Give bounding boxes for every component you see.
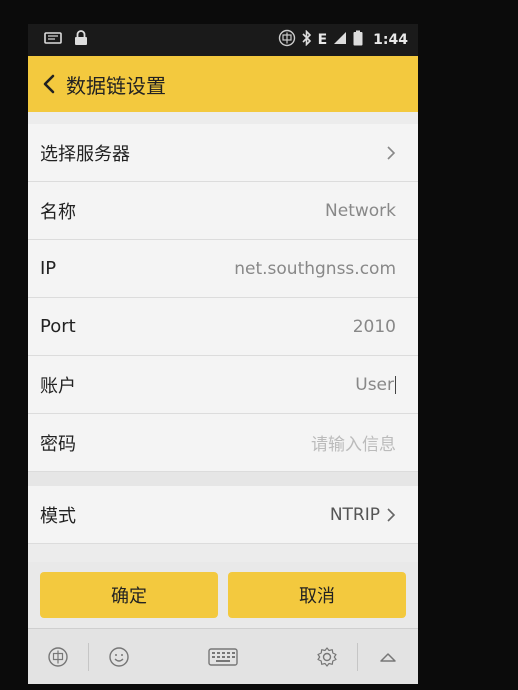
ip-field[interactable]: net.southgnss.com [234, 259, 396, 279]
account-row[interactable]: 账户 User [28, 356, 418, 414]
chevron-right-icon [387, 145, 396, 160]
clock: 1:44 [373, 32, 408, 48]
keyboard-toolbar [28, 628, 418, 684]
name-label: 名称 [40, 201, 76, 223]
port-field[interactable]: 2010 [353, 317, 396, 337]
settings-list: 选择服务器 名称 Network IP net.southgnss.com Po… [28, 124, 418, 544]
account-field[interactable]: User [355, 375, 396, 395]
title-bar: 数据链设置 [28, 56, 418, 112]
collapse-icon[interactable] [358, 629, 418, 684]
mode-row[interactable]: 模式 NTRIP [28, 486, 418, 544]
password-label: 密码 [40, 433, 76, 455]
ip-row[interactable]: IP net.southgnss.com [28, 240, 418, 298]
chevron-right-icon [387, 507, 396, 522]
mode-label: 模式 [40, 505, 76, 527]
name-field[interactable]: Network [325, 201, 396, 221]
gear-icon[interactable] [297, 629, 357, 684]
status-bar: E 1:44 [28, 24, 418, 56]
action-bar: 确定 取消 [28, 562, 418, 628]
mode-value: NTRIP [329, 504, 380, 525]
ip-label: IP [40, 258, 57, 279]
account-label: 账户 [40, 375, 76, 397]
lock-icon [74, 30, 88, 50]
back-icon[interactable] [32, 56, 66, 112]
bluetooth-icon [302, 29, 312, 50]
input-method-icon[interactable] [28, 629, 88, 684]
keyboard-icon[interactable] [193, 629, 253, 684]
port-row[interactable]: Port 2010 [28, 298, 418, 356]
port-label: Port [40, 316, 76, 337]
chat-icon [44, 31, 62, 49]
password-field[interactable]: 请输入信息 [311, 430, 396, 455]
signal-icon [333, 31, 347, 49]
server-label: 选择服务器 [40, 143, 130, 165]
account-value: User [355, 374, 394, 395]
network-type: E [317, 32, 328, 48]
cancel-button[interactable]: 取消 [228, 572, 406, 618]
section-divider [28, 472, 418, 486]
app-screen: E 1:44 数据链设置 选择服务器 名称 Network IP net.sou… [28, 24, 418, 684]
emoji-icon[interactable] [89, 629, 149, 684]
text-cursor [395, 375, 396, 394]
confirm-button[interactable]: 确定 [40, 572, 218, 618]
password-row[interactable]: 密码 请输入信息 [28, 414, 418, 472]
select-server-row[interactable]: 选择服务器 [28, 124, 418, 182]
page-title: 数据链设置 [66, 73, 166, 98]
name-row[interactable]: 名称 Network [28, 182, 418, 240]
battery-icon [353, 30, 363, 50]
input-method-icon [278, 29, 296, 51]
